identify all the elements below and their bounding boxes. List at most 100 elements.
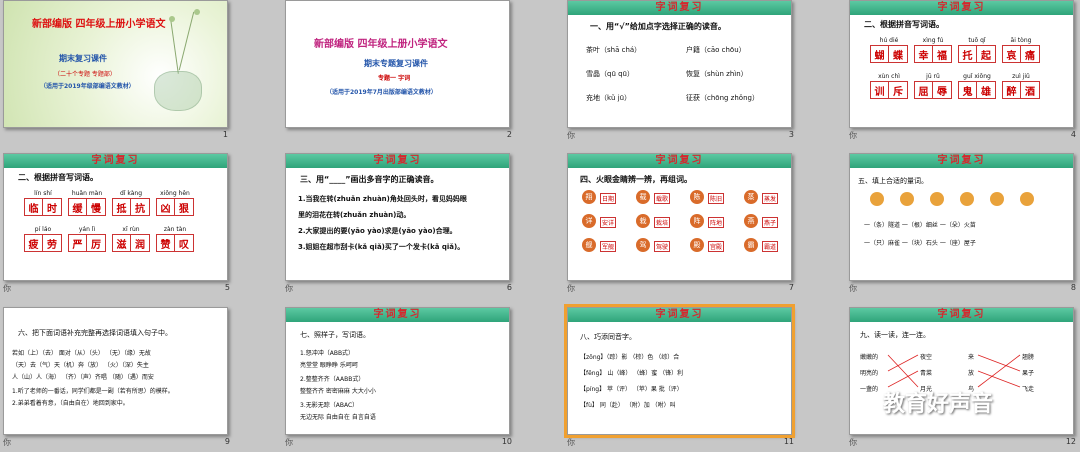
word-answer: 驾驶 <box>654 241 671 252</box>
pinyin-label: huǎn màn <box>71 190 103 197</box>
slide-note-marker: 你 <box>567 438 575 447</box>
slide-1-note: （适用于2019年级部编语文教材） <box>40 83 135 90</box>
slide-number: 5 <box>224 283 230 292</box>
char-box: 鬼 <box>959 82 977 98</box>
slide-note-marker: 你 <box>285 284 293 293</box>
exercise-line: 3.无影无踪（ABAC） <box>300 402 359 409</box>
watermark-text: 教育好声音 <box>883 392 994 417</box>
char-tile: 栽 <box>636 214 650 228</box>
char-box: 时 <box>47 203 57 215</box>
slide-11[interactable]: 字词复习 八、巧添同音字。 【zōng】（踪）影 （棕）色 （综）合 【fēng… <box>564 304 795 438</box>
word-group: lín shí 临时 <box>24 190 62 216</box>
slide-1-title: 新部编版 四年级上册小学语文 <box>32 19 166 30</box>
pinyin-item: 户籍（cāo chōu） <box>686 46 746 54</box>
watermark: 教育好声音 <box>855 386 993 418</box>
pinyin-label: zàn tàn <box>163 226 187 233</box>
slide-9[interactable]: 六、把下面词语补充完整再选择词语填入句子中。 若如（上）（去） 面对（从）（头）… <box>3 307 228 435</box>
slide-number: 3 <box>788 130 794 139</box>
apple-icon <box>960 192 974 206</box>
slide-number: 10 <box>501 437 512 446</box>
slide-thumbnail-8[interactable]: 字词复习 五、填上合适的量词。 一（条）隧道 一（根）细丝 一（朵）火苗 一（只… <box>849 153 1080 293</box>
slide-thumbnail-9[interactable]: 六、把下面词语补充完整再选择词语填入句子中。 若如（上）（去） 面对（从）（头）… <box>3 307 236 447</box>
slide-6[interactable]: 字词复习 三、用“____”画出多音字的正确读音。 1.当我在转(zhuǎn z… <box>285 153 510 281</box>
slide-2[interactable]: 新部编版 四年级上册小学语文 期末专题复习课件 专题一 字词 （适用于2019年… <box>285 0 510 128</box>
sentence-line: 3.姐姐在超市刮卡(kǎ qiǎ)买了一个发卡(kǎ qiǎ)。 <box>298 243 465 251</box>
vase-image <box>154 71 202 111</box>
slide-header: 字词复习 <box>850 1 1073 15</box>
char-box: 蝶 <box>893 50 903 62</box>
word-group: jū rǔ 屈辱 <box>914 73 952 99</box>
slide-header: 字词复习 <box>568 1 791 15</box>
slide-thumbnail-4[interactable]: 字词复习 二、根据拼音写词语。 hú dié 蝴蝶 xìng fú 幸福 tuō q… <box>849 0 1080 140</box>
slide-thumbnail-2[interactable]: 新部编版 四年级上册小学语文 期末专题复习课件 专题一 字词 （适用于2019年… <box>285 0 518 140</box>
slide-header: 字词复习 <box>568 308 791 322</box>
question-text: 八、巧添同音字。 <box>580 333 636 341</box>
exercise-line: 2.弟弟看着有意，（自由自在）地回到家中。 <box>12 400 129 407</box>
answer-line: 整整齐齐 密密麻麻 大大小小 <box>300 388 376 395</box>
pinyin-label: xùn chì <box>878 73 900 80</box>
exercise-line: 1.听了老师的一番话，同学们都是一副（若有所思）的模样。 <box>12 388 174 395</box>
pinyin-label: dǐ kàng <box>119 190 143 197</box>
char-tile: 陈 <box>690 190 704 204</box>
slide-thumbnail-3[interactable]: 字词复习 一、用“√”给加点字选择正确的读音。 茶叶（shā chá） 户籍（c… <box>567 0 800 140</box>
answer-line: 无边无际 自由自在 自言自语 <box>300 414 376 421</box>
char-tile: 载 <box>636 190 650 204</box>
slide-thumbnail-11[interactable]: 字词复习 八、巧添同音字。 【zōng】（踪）影 （棕）色 （综）合 【fēng… <box>564 304 800 447</box>
slide-2-title: 新部编版 四年级上册小学语文 <box>314 39 448 50</box>
word-group: xìng fú 幸福 <box>914 37 952 63</box>
word-answer: 蒸发 <box>762 193 779 204</box>
question-text: 六、把下面词语补充完整再选择词语填入句子中。 <box>18 329 172 337</box>
wechat-icon <box>855 392 879 412</box>
sentence-line: 1.当我在转(zhuǎn zhuàn)角处回头时，看见妈妈眼 <box>298 195 467 203</box>
char-tile: 蒸 <box>744 190 758 204</box>
word-answer: 陈旧 <box>708 193 725 204</box>
flower-bud <box>194 9 200 15</box>
exercise-line: 【píng】 苹（评） （苹）果 批（评） <box>580 386 683 393</box>
char-box: 醉 <box>1003 82 1021 98</box>
slide-thumbnail-12[interactable]: 字词复习 九、读一读，连一连。 嫩嫩的 明亮的 一盏的 夜空 青菜 月光 来 放… <box>849 307 1080 447</box>
apple-icon <box>990 192 1004 206</box>
slide-number: 4 <box>1070 130 1076 139</box>
char-box: 幸 <box>915 46 933 62</box>
slide-thumbnail-5[interactable]: 字词复习 二、根据拼音写词语。 lín shí 临时 huǎn màn 缓慢 dǐ … <box>3 153 236 293</box>
slide-1[interactable]: 新部编版 四年级上册小学语文 期末复习课件 （二十个专题 专题部） （适用于20… <box>3 0 228 128</box>
char-box: 辱 <box>937 86 947 98</box>
char-box: 斥 <box>893 86 903 98</box>
apple-icon <box>900 192 914 206</box>
pinyin-label: lín shí <box>34 190 52 197</box>
pinyin-label: tuō qǐ <box>968 37 986 44</box>
slide-10[interactable]: 字词复习 七、照样子，写词语。 1.怒冲冲（ABB式） 亮堂堂 眼睁睁 乐呵呵 … <box>285 307 510 435</box>
word-answer: 燕子 <box>762 217 779 228</box>
pinyin-label: xiōng hěn <box>160 190 190 197</box>
word-answer: 阵地 <box>708 217 725 228</box>
slide-2-topic: 专题一 字词 <box>378 75 411 82</box>
slide-note-marker: 你 <box>849 438 857 447</box>
char-box: 狠 <box>179 203 189 215</box>
pinyin-label: guǐ xiōng <box>963 73 991 80</box>
slide-thumbnail-1[interactable]: 新部编版 四年级上册小学语文 期末复习课件 （二十个专题 专题部） （适用于20… <box>3 0 236 140</box>
char-tile: 燕 <box>744 214 758 228</box>
word-answer: 载歌 <box>654 193 671 204</box>
char-box: 痛 <box>1025 50 1035 62</box>
slide-number: 11 <box>783 437 794 446</box>
word-group: huǎn màn 缓慢 <box>68 190 106 216</box>
pinyin-label: yán lì <box>78 226 96 233</box>
word-group: tuō qǐ 托起 <box>958 37 996 63</box>
apple-icon <box>1020 192 1034 206</box>
slide-thumbnail-7[interactable]: 字词复习 四、火眼金睛辨一辨，再组词。 翔 日期 载 载歌 陈 陈旧 蒸 蒸发 … <box>567 153 800 293</box>
pinyin-label: jū rǔ <box>926 73 940 80</box>
pinyin-item: 雪晶（qū qū） <box>586 70 634 78</box>
char-box: 劳 <box>47 239 57 251</box>
slide-7[interactable]: 字词复习 四、火眼金睛辨一辨，再组词。 翔 日期 载 载歌 陈 陈旧 蒸 蒸发 … <box>567 153 792 281</box>
slide-thumbnail-6[interactable]: 字词复习 三、用“____”画出多音字的正确读音。 1.当我在转(zhuǎn z… <box>285 153 518 293</box>
slide-4[interactable]: 字词复习 二、根据拼音写词语。 hú dié 蝴蝶 xìng fú 幸福 tuō q… <box>849 0 1074 128</box>
slide-1-tag: （二十个专题 专题部） <box>54 71 116 78</box>
slide-thumbnail-10[interactable]: 字词复习 七、照样子，写词语。 1.怒冲冲（ABB式） 亮堂堂 眼睁睁 乐呵呵 … <box>285 307 518 447</box>
slide-5[interactable]: 字词复习 二、根据拼音写词语。 lín shí 临时 huǎn màn 缓慢 dǐ … <box>3 153 228 281</box>
slide-3[interactable]: 字词复习 一、用“√”给加点字选择正确的读音。 茶叶（shā chá） 户籍（c… <box>567 0 792 128</box>
slide-8[interactable]: 字词复习 五、填上合适的量词。 一（条）隧道 一（根）细丝 一（朵）火苗 一（只… <box>849 153 1074 281</box>
pinyin-item: 征获（chōng zhǒng） <box>686 94 759 102</box>
exercise-line: 【zōng】（踪）影 （棕）色 （综）合 <box>580 354 680 361</box>
char-box: 托 <box>959 46 977 62</box>
char-tile: 驾 <box>636 238 650 252</box>
